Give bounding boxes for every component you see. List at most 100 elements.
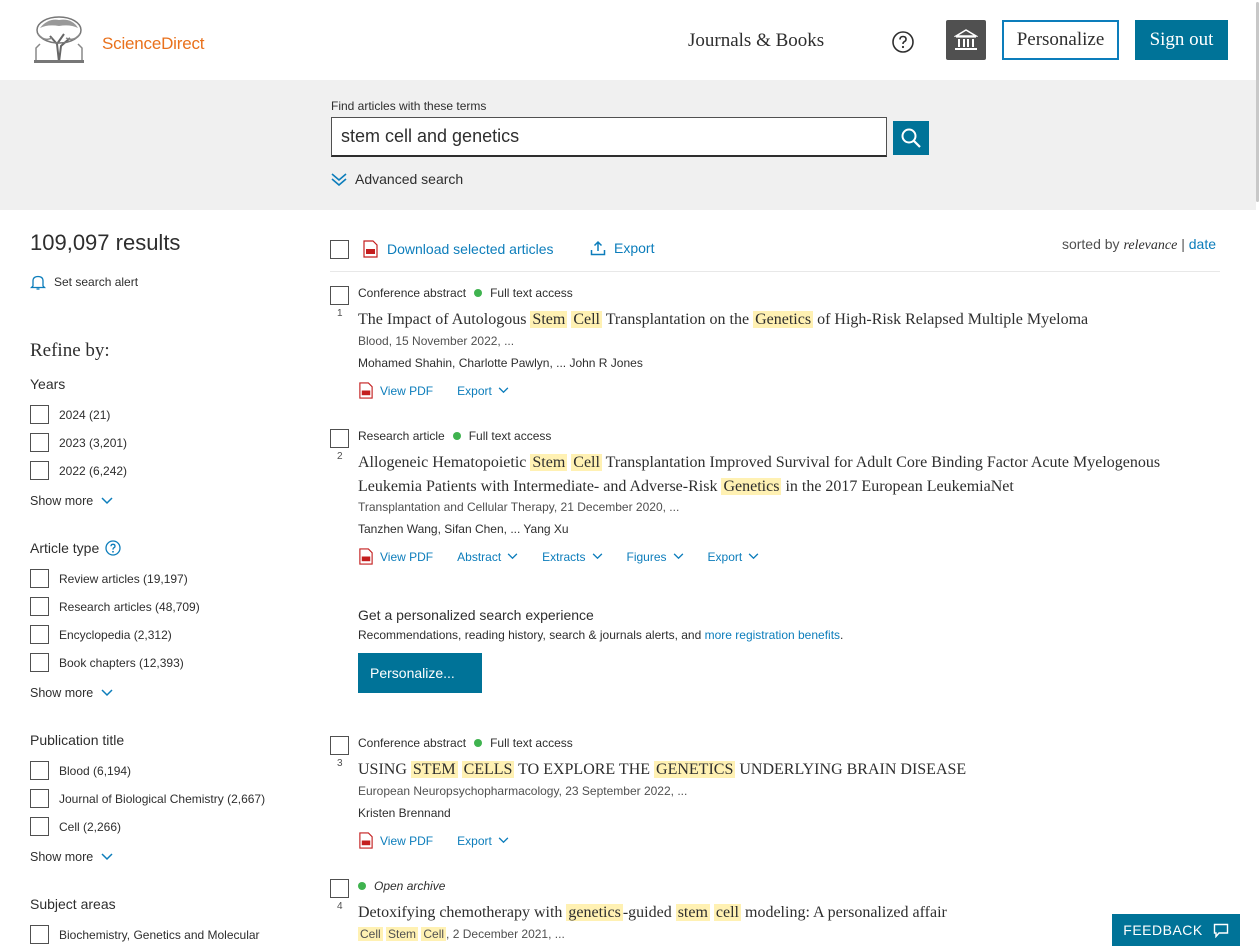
year-2024-filter[interactable]: 2024 (21) <box>30 405 110 424</box>
sciencedirect-logo[interactable]: ScienceDirect <box>30 14 220 68</box>
result-meta: Conference abstract Full text access <box>358 286 573 300</box>
result-journal[interactable]: European Neuropsychopharmacology, 23 Sep… <box>358 784 687 798</box>
result-meta: Conference abstract Full text access <box>358 736 573 750</box>
years-show-more[interactable]: Show more <box>30 494 113 508</box>
year-2022-filter[interactable]: 2022 (6,242) <box>30 461 127 480</box>
registration-benefits-link[interactable]: more registration benefits <box>705 628 840 642</box>
checkbox[interactable] <box>30 597 49 616</box>
checkbox[interactable] <box>30 405 49 424</box>
search-input[interactable] <box>331 117 887 157</box>
checkbox[interactable] <box>30 625 49 644</box>
result-number: 4 <box>337 901 343 912</box>
review-articles-filter[interactable]: Review articles (19,197) <box>30 569 188 588</box>
search-button[interactable] <box>893 121 929 155</box>
download-selected-button[interactable]: Download selected articles <box>362 240 554 258</box>
advanced-search-link[interactable]: Advanced search <box>331 171 463 187</box>
encyclopedia-filter[interactable]: Encyclopedia (2,312) <box>30 625 172 644</box>
checkbox[interactable] <box>30 761 49 780</box>
sort-relevance[interactable]: relevance <box>1123 238 1177 253</box>
research-articles-filter[interactable]: Research articles (48,709) <box>30 597 200 616</box>
year-2023-filter[interactable]: 2023 (3,201) <box>30 433 127 452</box>
title-highlight: GENETICS <box>654 761 735 778</box>
filter-label: 2023 (3,201) <box>59 436 127 450</box>
result-journal[interactable]: Blood, 15 November 2022, ... <box>358 334 514 348</box>
extracts-dropdown[interactable]: Extracts <box>542 550 602 564</box>
export-icon <box>590 240 606 256</box>
result-title-link[interactable]: Detoxifying chemotherapy with genetics-g… <box>358 901 1218 925</box>
speech-bubble-icon <box>1213 923 1229 938</box>
export-dropdown[interactable]: Export <box>708 550 760 564</box>
institution-icon <box>954 29 978 51</box>
pdf-icon <box>362 240 379 258</box>
view-pdf-link[interactable]: View PDF <box>358 548 433 565</box>
filter-label: Biochemistry, Genetics and Molecular <box>59 928 260 942</box>
checkbox[interactable] <box>30 433 49 452</box>
filter-label: Journal of Biological Chemistry (2,667) <box>59 792 265 806</box>
results-count: 109,097 results <box>30 230 180 256</box>
search-alert-label: Set search alert <box>54 275 138 289</box>
result-journal[interactable]: Transplantation and Cellular Therapy, 21… <box>358 500 679 514</box>
help-icon[interactable] <box>105 540 121 556</box>
result-checkbox[interactable] <box>330 736 349 755</box>
biochemistry-filter[interactable]: Biochemistry, Genetics and Molecular <box>30 925 260 944</box>
journals-books-link[interactable]: Journals & Books <box>688 30 824 52</box>
feedback-button[interactable]: FEEDBACK <box>1112 914 1240 946</box>
help-icon[interactable] <box>891 30 915 54</box>
double-chevron-down-icon <box>331 172 347 186</box>
publication-title-facet-title: Publication title <box>30 732 124 748</box>
article-type-show-more[interactable]: Show more <box>30 686 113 700</box>
sort-date-link[interactable]: date <box>1189 236 1216 252</box>
checkbox[interactable] <box>30 569 49 588</box>
access-dot-icon <box>453 432 461 440</box>
promo-personalize-button[interactable]: Personalize... <box>358 653 482 693</box>
sign-out-button[interactable]: Sign out <box>1135 20 1228 60</box>
scrollbar-thumb[interactable] <box>1256 2 1259 202</box>
result-title-link[interactable]: The Impact of Autologous Stem Cell Trans… <box>358 308 1218 332</box>
blood-filter[interactable]: Blood (6,194) <box>30 761 131 780</box>
figures-dropdown[interactable]: Figures <box>627 550 684 564</box>
checkbox[interactable] <box>30 653 49 672</box>
chevron-down-icon <box>498 387 509 394</box>
personalize-button[interactable]: Personalize <box>1002 20 1119 60</box>
checkbox[interactable] <box>30 925 49 944</box>
publication-show-more[interactable]: Show more <box>30 850 113 864</box>
journal-highlight: Stem <box>386 927 418 941</box>
book-chapters-filter[interactable]: Book chapters (12,393) <box>30 653 184 672</box>
view-pdf-link[interactable]: View PDF <box>358 832 433 849</box>
title-text: The Impact of Autologous <box>358 311 530 328</box>
access-dot-icon <box>474 289 482 297</box>
article-type: Conference abstract <box>358 286 466 300</box>
action-label: View PDF <box>380 550 433 564</box>
result-title-link[interactable]: USING STEM CELLS TO EXPLORE THE GENETICS… <box>358 758 1218 782</box>
cell-filter[interactable]: Cell (2,266) <box>30 817 121 836</box>
set-search-alert[interactable]: Set search alert <box>30 274 138 290</box>
result-item: 1 Conference abstract Full text access T… <box>330 286 1220 406</box>
checkbox[interactable] <box>30 817 49 836</box>
select-all-checkbox[interactable] <box>330 240 349 259</box>
jbc-filter[interactable]: Journal of Biological Chemistry (2,667) <box>30 789 265 808</box>
scrollbar[interactable] <box>1256 0 1260 946</box>
result-item: 2 Research article Full text access Allo… <box>330 429 1220 579</box>
abstract-dropdown[interactable]: Abstract <box>457 550 518 564</box>
title-text: Detoxifying chemotherapy with <box>358 904 566 921</box>
result-checkbox[interactable] <box>330 429 349 448</box>
result-checkbox[interactable] <box>330 286 349 305</box>
result-journal[interactable]: Cell Stem Cell, 2 December 2021, ... <box>358 927 565 941</box>
promo-title: Get a personalized search experience <box>358 607 958 623</box>
filter-label: 2022 (6,242) <box>59 464 127 478</box>
chevron-down-icon <box>673 553 684 560</box>
title-highlight: Cell <box>571 311 602 328</box>
export-dropdown[interactable]: Export <box>457 834 509 848</box>
search-label: Find articles with these terms <box>331 99 486 113</box>
institution-button[interactable] <box>946 20 986 60</box>
export-button[interactable]: Export <box>590 240 654 256</box>
sort-separator: | <box>1181 236 1185 252</box>
checkbox[interactable] <box>30 789 49 808</box>
result-title-link[interactable]: Allogeneic Hematopoietic Stem Cell Trans… <box>358 451 1218 499</box>
view-pdf-link[interactable]: View PDF <box>358 382 433 399</box>
export-dropdown[interactable]: Export <box>457 384 509 398</box>
checkbox[interactable] <box>30 461 49 480</box>
result-checkbox[interactable] <box>330 879 349 898</box>
personalize-promo: Get a personalized search experience Rec… <box>358 607 958 693</box>
result-number: 1 <box>337 308 343 319</box>
